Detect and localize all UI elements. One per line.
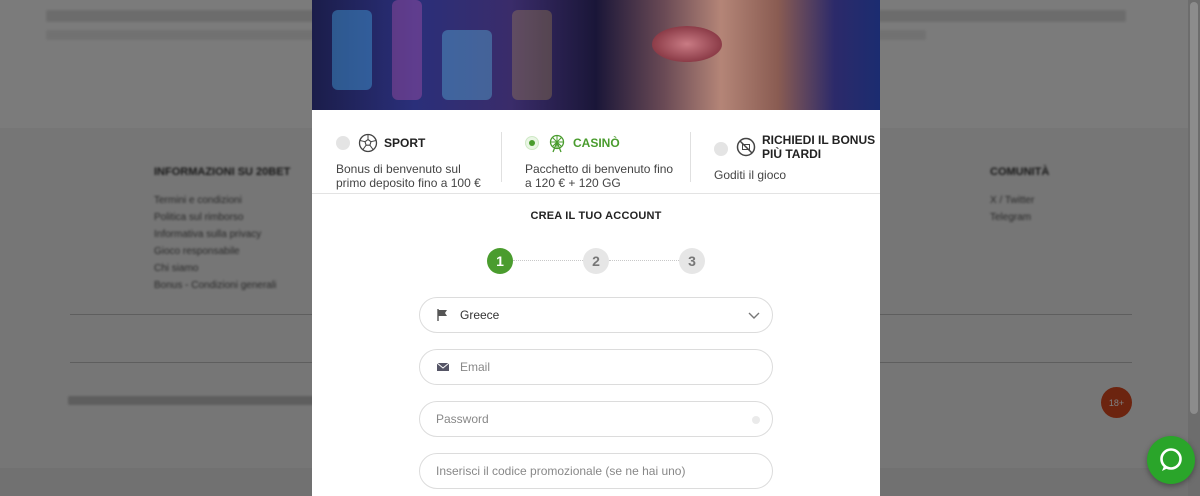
promo-code-field[interactable] xyxy=(419,453,773,489)
promo-code-input[interactable] xyxy=(436,464,756,478)
hero-figure xyxy=(652,26,722,62)
chevron-down-icon[interactable] xyxy=(748,310,760,320)
step-3: 3 xyxy=(679,248,705,274)
step-2: 2 xyxy=(583,248,609,274)
envelope-icon xyxy=(436,362,450,371)
bonus-title-line: PIÙ TARDI xyxy=(762,147,822,161)
bonus-title: CASINÒ xyxy=(573,136,620,150)
bonus-option-later[interactable]: RICHIEDI IL BONUS PIÙ TARDI Goditi il gi… xyxy=(714,132,875,182)
bonus-description-line: Goditi il gioco xyxy=(714,168,787,182)
country-select[interactable]: Greece xyxy=(419,297,773,333)
page-scrollbar[interactable] xyxy=(1188,0,1200,496)
step-connector xyxy=(513,260,583,261)
bonus-description-line: primo deposito fino a 100 € xyxy=(336,176,481,190)
email-field[interactable] xyxy=(419,349,773,385)
country-value: Greece xyxy=(460,308,500,322)
bonus-title: SPORT xyxy=(384,136,426,150)
registration-modal: SPORT Bonus di benvenuto sul primo depos… xyxy=(312,0,880,496)
soccer-ball-icon xyxy=(358,133,378,153)
step-1: 1 xyxy=(487,248,513,274)
show-password-icon[interactable] xyxy=(752,416,760,424)
hero-banner-image xyxy=(312,0,880,110)
bonus-description-line: Pacchetto di benvenuto fino xyxy=(525,162,674,176)
bonus-option-sport[interactable]: SPORT Bonus di benvenuto sul primo depos… xyxy=(336,132,481,190)
bonus-selector: SPORT Bonus di benvenuto sul primo depos… xyxy=(312,110,880,194)
bonus-title-line: RICHIEDI IL BONUS xyxy=(762,133,876,147)
bonus-divider xyxy=(690,132,691,182)
bonus-divider xyxy=(501,132,502,182)
chat-bubble-icon xyxy=(1160,448,1182,471)
step-indicator: 1 2 3 xyxy=(487,248,707,274)
password-input[interactable] xyxy=(436,412,716,426)
live-chat-button[interactable] xyxy=(1147,436,1195,484)
password-field[interactable] xyxy=(419,401,773,437)
bonus-description: Bonus di benvenuto sul primo deposito fi… xyxy=(336,162,481,190)
no-bonus-icon xyxy=(736,137,756,157)
bonus-title: RICHIEDI IL BONUS PIÙ TARDI xyxy=(762,133,875,161)
bonus-description-line: a 120 € + 120 GG xyxy=(525,176,621,190)
flag-icon xyxy=(437,309,447,321)
radio-sport[interactable] xyxy=(336,136,350,150)
bonus-option-casino[interactable]: CASINÒ Pacchetto di benvenuto fino a 120… xyxy=(525,132,673,190)
email-input[interactable] xyxy=(460,360,740,374)
bonus-description-line: Bonus di benvenuto sul xyxy=(336,162,461,176)
bonus-description: Pacchetto di benvenuto fino a 120 € + 12… xyxy=(525,162,673,190)
ferris-wheel-icon xyxy=(549,134,565,153)
radio-later[interactable] xyxy=(714,142,728,156)
bonus-description: Goditi il gioco xyxy=(714,168,875,182)
radio-casino[interactable] xyxy=(525,136,539,150)
form-title: CREA IL TUO ACCOUNT xyxy=(530,210,662,222)
step-connector xyxy=(609,260,679,261)
scrollbar-thumb[interactable] xyxy=(1190,2,1198,414)
